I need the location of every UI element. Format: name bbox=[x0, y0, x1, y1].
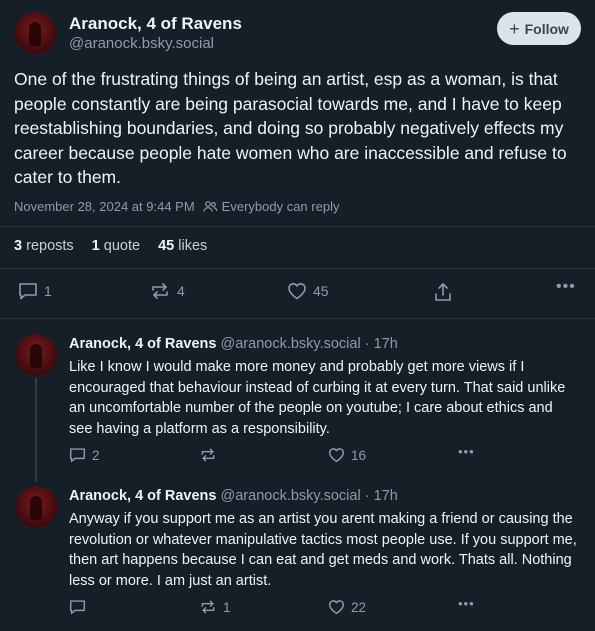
reposts-stat[interactable]: 3 reposts bbox=[14, 238, 74, 254]
like-count: 45 bbox=[313, 283, 329, 299]
like-count: 22 bbox=[351, 599, 367, 615]
repost-arrows-icon bbox=[152, 283, 168, 299]
more-options-button[interactable]: ••• bbox=[556, 278, 576, 296]
post-timestamp[interactable]: November 28, 2024 at 9:44 PM bbox=[14, 199, 195, 214]
reply-header: Aranock, 4 of Ravens @aranock.bsky.socia… bbox=[69, 336, 398, 352]
reply-text: Anyway if you support me as an artist yo… bbox=[69, 511, 577, 589]
post-text: One of the frustrating things of being a… bbox=[14, 69, 567, 187]
reply-author-avatar[interactable] bbox=[15, 334, 57, 376]
reply-author-avatar[interactable] bbox=[15, 486, 57, 528]
reply-author-handle[interactable]: @aranock.bsky.social bbox=[221, 488, 361, 504]
repost-count: 4 bbox=[177, 283, 185, 299]
follow-label: Follow bbox=[524, 20, 569, 37]
reply-text: Like I know I would make more money and … bbox=[69, 359, 566, 437]
reply-count: 2 bbox=[92, 447, 100, 463]
repost-button[interactable]: 1 bbox=[199, 599, 231, 615]
thread-line bbox=[35, 378, 37, 482]
like-button[interactable]: 22 bbox=[328, 599, 366, 615]
reply-time[interactable]: · 17h bbox=[365, 336, 398, 352]
heart-icon bbox=[328, 448, 345, 463]
author-avatar[interactable] bbox=[14, 12, 56, 54]
repost-button[interactable]: 4 bbox=[149, 282, 185, 300]
reply-author-name[interactable]: Aranock, 4 of Ravens bbox=[69, 336, 216, 352]
reply-setting: Everybody can reply bbox=[203, 199, 340, 214]
reply-button[interactable]: 2 bbox=[69, 447, 100, 463]
reply-actions: 1 22 ••• bbox=[0, 596, 595, 617]
quotes-stat[interactable]: 1 quote bbox=[92, 238, 140, 254]
reply-bubble-icon bbox=[69, 600, 86, 615]
more-dots-icon: ••• bbox=[458, 596, 475, 611]
repost-arrows-icon bbox=[201, 448, 215, 462]
reply-button[interactable] bbox=[69, 599, 92, 615]
like-button[interactable]: 16 bbox=[328, 447, 366, 463]
more-options-button[interactable]: ••• bbox=[458, 444, 475, 459]
more-dots-icon: ••• bbox=[458, 444, 475, 459]
divider bbox=[0, 226, 595, 227]
reply-author-name[interactable]: Aranock, 4 of Ravens bbox=[69, 488, 216, 504]
share-button[interactable] bbox=[433, 282, 453, 302]
reply-bubble-icon bbox=[19, 283, 37, 300]
people-icon bbox=[203, 201, 218, 212]
reply-button[interactable]: 1 bbox=[18, 282, 52, 300]
follow-button[interactable]: + Follow bbox=[497, 12, 581, 45]
like-button[interactable]: 45 bbox=[287, 282, 329, 300]
reply-actions: 2 16 ••• bbox=[0, 444, 595, 465]
repost-arrows-icon bbox=[201, 600, 215, 614]
heart-icon bbox=[328, 600, 345, 615]
more-options-button[interactable]: ••• bbox=[458, 596, 475, 611]
divider bbox=[0, 268, 595, 269]
heart-icon bbox=[288, 283, 306, 300]
likes-stat[interactable]: 45 likes bbox=[158, 238, 207, 254]
author-handle[interactable]: @aranock.bsky.social bbox=[69, 35, 214, 52]
reply-header: Aranock, 4 of Ravens @aranock.bsky.socia… bbox=[69, 488, 398, 504]
post-meta: November 28, 2024 at 9:44 PM Everybody c… bbox=[14, 199, 339, 214]
divider bbox=[0, 318, 595, 319]
like-count: 16 bbox=[351, 447, 367, 463]
reply-time[interactable]: · 17h bbox=[365, 488, 398, 504]
more-dots-icon: ••• bbox=[556, 278, 576, 295]
share-upload-icon bbox=[435, 283, 451, 301]
reply-bubble-icon bbox=[69, 448, 86, 463]
repost-count: 1 bbox=[223, 599, 231, 615]
reply-author-handle[interactable]: @aranock.bsky.social bbox=[221, 336, 361, 352]
plus-icon: + bbox=[509, 18, 520, 39]
post-stats: 3 reposts 1 quote 45 likes bbox=[14, 238, 207, 254]
main-post-header: Aranock, 4 of Ravens @aranock.bsky.socia… bbox=[14, 12, 581, 58]
reply-setting-label: Everybody can reply bbox=[221, 199, 340, 214]
main-post-actions: 1 4 45 ••• bbox=[0, 278, 595, 302]
reply-count: 1 bbox=[44, 283, 52, 299]
author-name[interactable]: Aranock, 4 of Ravens bbox=[69, 14, 242, 34]
repost-button[interactable] bbox=[199, 447, 223, 463]
